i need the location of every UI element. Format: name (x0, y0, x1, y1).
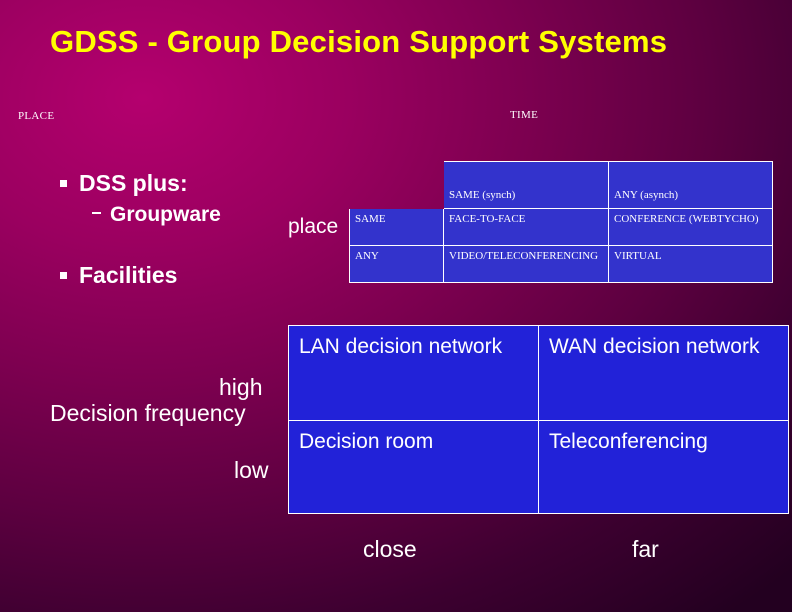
decision-frequency-axis-label: Decision frequency (50, 400, 246, 426)
row-label-low: low (234, 457, 269, 483)
page-title: GDSS - Group Decision Support Systems (50, 24, 668, 59)
cell-face-to-face: FACE-TO-FACE (443, 208, 609, 246)
row-header-any: ANY (349, 245, 444, 283)
decision-network-matrix: LAN decision network WAN decision networ… (288, 325, 789, 514)
column-header-any-asynch: ANY (asynch) (608, 161, 773, 209)
matrix-corner-cell (350, 162, 444, 209)
time-place-matrix: SAME (synch) ANY (asynch) SAME FACE-TO-F… (349, 161, 773, 283)
column-label-close: close (363, 536, 417, 562)
bullet-item-facilities: Facilities (60, 262, 177, 289)
row-label-high: high (219, 374, 263, 400)
table-row: SAME (synch) ANY (asynch) (350, 161, 773, 209)
cell-virtual: VIRTUAL (608, 245, 773, 283)
cell-wan-decision-network: WAN decision network (538, 325, 789, 421)
cell-teleconferencing: Teleconferencing (538, 420, 789, 514)
place-axis-label: PLACE (18, 110, 55, 122)
table-row: LAN decision network WAN decision networ… (288, 325, 789, 421)
table-row: SAME FACE-TO-FACE CONFERENCE (WEBTYCHO) (349, 208, 773, 246)
bullet-square-icon (60, 271, 67, 279)
bullet-item-groupware: Groupware (92, 203, 221, 227)
table-row: ANY VIDEO/TELECONFERENCING VIRTUAL (349, 245, 773, 283)
bullet-label: DSS plus: (79, 170, 188, 196)
row-header-same: SAME (349, 208, 444, 246)
place-row-axis-label: place (288, 215, 339, 238)
bullet-label: Facilities (79, 262, 178, 288)
slide-canvas: GDSS - Group Decision Support Systems PL… (0, 0, 792, 612)
bullet-item-dss-plus: DSS plus: (60, 170, 188, 197)
time-axis-label: TIME (510, 109, 539, 121)
cell-lan-decision-network: LAN decision network (288, 325, 539, 421)
cell-conference: CONFERENCE (WEBTYCHO) (608, 208, 773, 246)
cell-video-teleconferencing: VIDEO/TELECONFERENCING (443, 245, 609, 283)
column-label-far: far (632, 536, 659, 562)
column-header-same-synch: SAME (synch) (443, 161, 609, 209)
bullet-square-icon (60, 179, 67, 187)
bullet-label: Groupware (110, 203, 221, 226)
cell-decision-room: Decision room (288, 420, 539, 514)
bullet-dash-icon (92, 212, 101, 215)
table-row: Decision room Teleconferencing (288, 420, 789, 514)
